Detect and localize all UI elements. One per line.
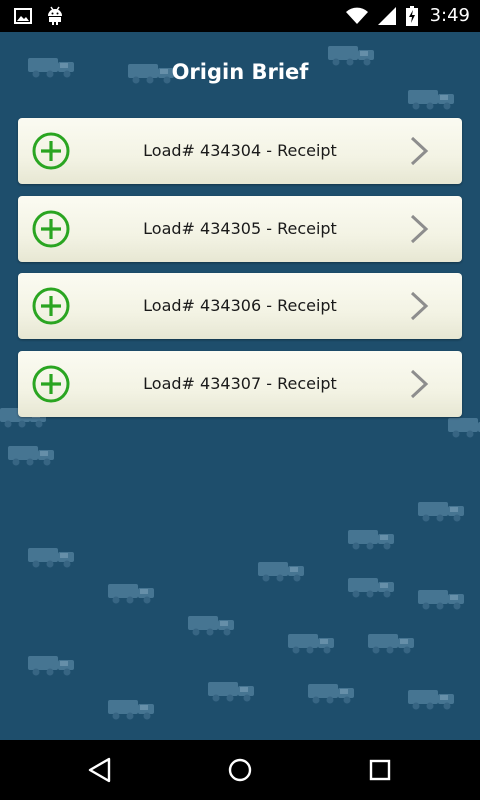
truck-watermark-icon [28,656,74,676]
truck-watermark-icon [418,590,464,610]
navigation-bar [0,740,480,800]
truck-watermark-icon [28,548,74,568]
chevron-right-icon [410,291,429,321]
wifi-icon [345,7,368,24]
chevron-right-icon [410,136,429,166]
truck-watermark-icon [288,634,334,654]
truck-watermark-icon [258,562,304,582]
status-bar: 3:49 [0,0,480,32]
app-area: Origin Brief Load# 434304 - Receipt Load… [0,32,480,740]
truck-watermark-icon [348,578,394,598]
load-item-label: Load# 434304 - Receipt [143,141,337,160]
truck-watermark-icon [418,502,464,522]
back-icon[interactable] [85,756,115,784]
load-item-1[interactable]: Load# 434305 - Receipt [18,195,462,262]
truck-watermark-icon [188,616,234,636]
load-item-2[interactable]: Load# 434306 - Receipt [18,273,462,339]
truck-watermark-icon [308,684,354,704]
load-item-3[interactable]: Load# 434307 - Receipt [18,350,462,417]
truck-watermark-icon [108,584,154,604]
image-icon [14,8,32,24]
truck-watermark-icon [348,530,394,550]
load-item-label: Load# 434306 - Receipt [143,296,337,315]
load-list: Load# 434304 - Receipt Load# 434305 - Re… [18,118,462,428]
truck-watermark-icon [408,690,454,710]
truck-watermark-icon [208,682,254,702]
load-item-label: Load# 434307 - Receipt [143,373,337,393]
truck-watermark-icon [108,700,154,720]
signal-icon [377,6,396,25]
chevron-right-icon [410,369,429,398]
load-item-label: Load# 434305 - Receipt [143,218,337,238]
home-icon[interactable] [225,756,255,784]
truck-watermark-icon [368,634,414,654]
status-time: 3:49 [429,5,470,26]
truck-watermark-icon [408,90,454,110]
page-title: Origin Brief [171,60,309,84]
truck-watermark-icon [8,446,54,466]
load-item-0[interactable]: Load# 434304 - Receipt [18,118,462,184]
chevron-right-icon [410,214,429,243]
android-icon [48,6,62,25]
recents-icon[interactable] [365,756,395,784]
battery-charging-icon [405,5,418,26]
